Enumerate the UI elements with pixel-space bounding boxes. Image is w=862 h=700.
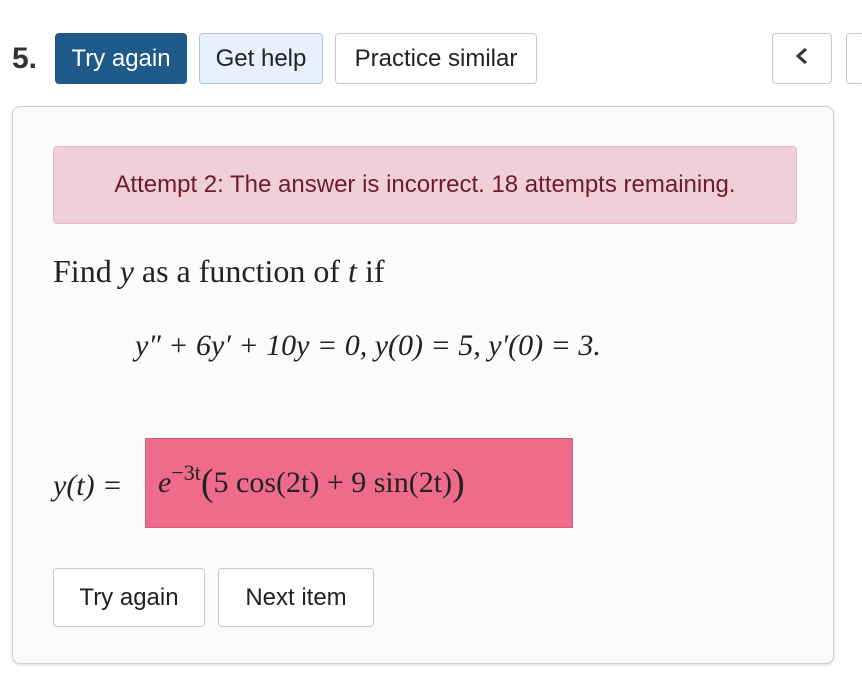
try-again-button[interactable]: Try again	[53, 568, 205, 627]
question-number: 5.	[12, 42, 38, 75]
chevron-left-icon	[795, 45, 809, 73]
answer-open-paren: (	[200, 462, 214, 504]
answer-input[interactable]: e −3t(5 cos(2t) + 9 sin(2t))	[145, 438, 573, 528]
answer-label: y(t) =	[53, 469, 123, 502]
incorrect-alert: Attempt 2: The answer is incorrect. 18 a…	[53, 146, 797, 224]
next-item-button[interactable]: Next item	[218, 568, 374, 627]
try-again-button-top[interactable]: Try again	[55, 33, 187, 84]
practice-similar-button[interactable]: Practice similar	[335, 33, 537, 84]
problem-prompt: Find y as a function of t if	[53, 253, 385, 289]
answer-body: 5 cos(2t) + 9 sin(2t)	[213, 466, 453, 499]
question-card: Attempt 2: The answer is incorrect. 18 a…	[12, 106, 834, 664]
get-help-button[interactable]: Get help	[199, 33, 323, 84]
answer-exponent: −3t	[171, 460, 201, 485]
next-question-button[interactable]	[846, 33, 862, 84]
differential-equation: y″ + 6y′ + 10y = 0, y(0) = 5, y′(0) = 3.	[135, 329, 601, 362]
previous-question-button[interactable]	[772, 33, 832, 84]
answer-base: e	[158, 466, 172, 499]
answer-close-paren: )	[452, 462, 465, 504]
